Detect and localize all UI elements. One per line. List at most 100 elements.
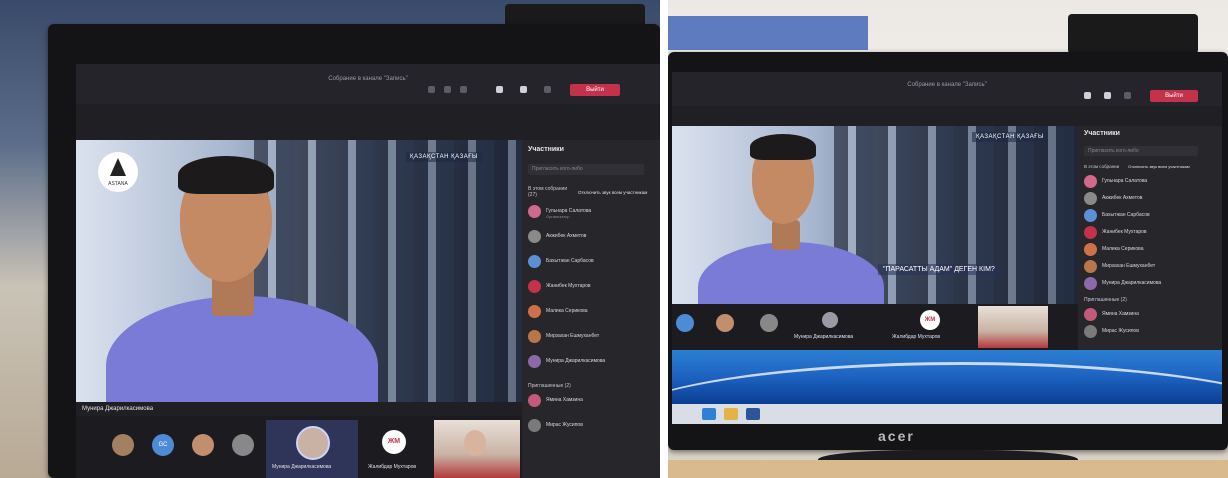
participant-row[interactable]: Акжибек Ахметов bbox=[522, 229, 660, 245]
self-view[interactable] bbox=[434, 420, 520, 478]
avatar bbox=[528, 355, 541, 368]
invited-row[interactable]: Мирас Жусипов bbox=[1078, 324, 1222, 340]
program-caption: "ПАРАСАТТЫ АДАМ" ДЕГЕН КІМ? bbox=[878, 264, 1000, 275]
group-label: В этом собрании (27) bbox=[528, 186, 568, 198]
participant-name: Ямина Хамзина bbox=[546, 397, 583, 403]
participant-row[interactable]: Мирзахан Ешмуханбет bbox=[1078, 259, 1222, 275]
participant-row[interactable]: Малика Серикова bbox=[522, 304, 660, 320]
panel-title: Участники bbox=[528, 146, 564, 153]
participant-name: Мунира Джарилкасимова bbox=[1102, 280, 1162, 286]
program-banner: ҚАЗАҚСТАН ҚАЗАҒЫ bbox=[972, 132, 1048, 142]
participant-row[interactable]: Жанибек Мухтаров bbox=[1078, 225, 1222, 241]
participant-tile[interactable]: GC bbox=[152, 434, 174, 456]
camera-icon[interactable] bbox=[1084, 92, 1091, 99]
left-photo: Собрание в канале "Запись" Выйти ASTANA … bbox=[0, 0, 660, 478]
avatar bbox=[822, 312, 838, 328]
more-icon[interactable] bbox=[428, 86, 435, 93]
participant-name: Мирас Жусипов bbox=[546, 422, 583, 428]
wall-poster bbox=[668, 16, 868, 50]
speaker-name: Мунира Джарилкасимова bbox=[82, 406, 154, 412]
avatar bbox=[528, 330, 541, 343]
avatar bbox=[1084, 243, 1097, 256]
self-face bbox=[464, 430, 486, 456]
participant-tile[interactable] bbox=[192, 434, 214, 456]
invite-search-input[interactable]: Пригласить кого-либо bbox=[528, 164, 644, 175]
avatar bbox=[528, 419, 541, 432]
window-title: Собрание в канале "Запись" bbox=[328, 76, 408, 82]
avatar bbox=[528, 394, 541, 407]
invite-search-input[interactable]: Пригласить кого-либо bbox=[1084, 146, 1198, 156]
participant-row[interactable]: Жанибек Мухтаров bbox=[522, 279, 660, 295]
participant-row[interactable]: Малика Серикова bbox=[1078, 242, 1222, 258]
leave-button[interactable]: Выйти bbox=[1150, 90, 1198, 102]
monitor-bezel: Собрание в канале "Запись" Выйти ҚАЗАҚСТ… bbox=[668, 52, 1228, 450]
participant-name: Мирас Жусипов bbox=[1102, 328, 1139, 334]
avatar bbox=[1084, 192, 1097, 205]
invited-label: Приглашенные (2) bbox=[1084, 297, 1127, 303]
webcam bbox=[1068, 14, 1198, 54]
title-bar: Собрание в канале "Запись" Выйти bbox=[672, 72, 1222, 106]
invited-label: Приглашенные (2) bbox=[528, 383, 571, 389]
participant-row[interactable]: Мирзахан Ешмуханбет bbox=[522, 329, 660, 345]
mute-all-button[interactable]: Отключить звук всем участникам bbox=[578, 190, 647, 195]
selected-tile[interactable]: Мунира Джарилкасимова bbox=[266, 420, 358, 478]
ie-icon[interactable] bbox=[702, 408, 716, 420]
invited-row[interactable]: Ямина Хамзина bbox=[1078, 307, 1222, 323]
avatar: ЖМ bbox=[920, 310, 940, 330]
mic-icon[interactable] bbox=[1104, 92, 1111, 99]
mute-all-button[interactable]: Отключить звук всем участникам bbox=[1128, 164, 1190, 169]
avatar bbox=[1084, 226, 1097, 239]
participants-panel: Участники Пригласить кого-либо В этом со… bbox=[1078, 126, 1222, 350]
mic-icon[interactable] bbox=[520, 86, 527, 93]
participant-name: Ямина Хамзина bbox=[1102, 311, 1139, 317]
word-icon[interactable] bbox=[746, 408, 760, 420]
title-bar: Собрание в канале "Запись" Выйти bbox=[76, 64, 660, 104]
program-banner: ҚАЗАҚСТАН ҚАЗАҒЫ bbox=[406, 152, 482, 162]
participant-tile[interactable] bbox=[676, 314, 694, 332]
share-icon[interactable] bbox=[544, 86, 551, 93]
video-stage: ҚАЗАҚСТАН ҚАЗАҒЫ "ПАРАСАТТЫ АДАМ" ДЕГЕН … bbox=[672, 126, 1078, 304]
avatar bbox=[528, 230, 541, 243]
avatar bbox=[528, 255, 541, 268]
participant-row[interactable]: Гульнара Салатова bbox=[1078, 174, 1222, 190]
participant-tile[interactable] bbox=[112, 434, 134, 456]
participant-row[interactable]: Гульнара Салатова Организатор bbox=[522, 204, 660, 220]
self-view[interactable] bbox=[978, 306, 1048, 348]
participant-row[interactable]: Акжибек Ахметов bbox=[1078, 191, 1222, 207]
avatar bbox=[1084, 277, 1097, 290]
avatar: ЖМ bbox=[382, 430, 406, 454]
share-icon[interactable] bbox=[1124, 92, 1131, 99]
participant-row[interactable]: Бахытжан Сарбасов bbox=[522, 254, 660, 270]
camera-icon[interactable] bbox=[496, 86, 503, 93]
participant-row[interactable]: Бахытжан Сарбасов bbox=[1078, 208, 1222, 224]
explorer-icon[interactable] bbox=[724, 408, 738, 420]
hand-icon[interactable] bbox=[444, 86, 451, 93]
avatar bbox=[1084, 308, 1097, 321]
participant-name: Мунира Джарилкасимова bbox=[546, 358, 606, 364]
right-photo: Собрание в канале "Запись" Выйти ҚАЗАҚСТ… bbox=[668, 0, 1228, 478]
tile-label: Мунира Джарилкасимова bbox=[794, 334, 854, 340]
chat-icon[interactable] bbox=[460, 86, 467, 93]
video-strip: GC Мунира Джарилкасимова ЖМ Жалибдар Мух… bbox=[76, 416, 522, 478]
leave-button[interactable]: Выйти bbox=[570, 84, 620, 96]
group-label: В этом собрании bbox=[1084, 164, 1120, 169]
video-strip: Мунира Джарилкасимова ЖМ Жалибдар Мухтар… bbox=[672, 304, 1078, 350]
avatar bbox=[1084, 175, 1097, 188]
invited-row[interactable]: Мирас Жусипов bbox=[522, 418, 660, 434]
desk bbox=[668, 460, 1228, 478]
teams-window: Собрание в канале "Запись" Выйти ASTANA … bbox=[76, 64, 660, 478]
participant-name: Мирзахан Ешмуханбет bbox=[546, 333, 600, 339]
participant-name: Жанибек Мухтаров bbox=[546, 283, 591, 289]
tile-label: Жалибдар Мухтаров bbox=[892, 334, 941, 340]
invited-row[interactable]: Ямина Хамзина bbox=[522, 393, 660, 409]
desktop-wallpaper bbox=[672, 350, 1222, 404]
participant-row[interactable]: Мунира Джарилкасимова bbox=[1078, 276, 1222, 292]
avatar bbox=[528, 205, 541, 218]
participant-tile[interactable] bbox=[760, 314, 778, 332]
participant-row[interactable]: Мунира Джарилкасимова bbox=[522, 354, 660, 370]
teams-window: Собрание в канале "Запись" Выйти ҚАЗАҚСТ… bbox=[672, 72, 1222, 424]
participant-tile[interactable] bbox=[716, 314, 734, 332]
participant-name: Малика Серикова bbox=[546, 308, 588, 314]
participant-tile[interactable] bbox=[232, 434, 254, 456]
monitor-logo: acer bbox=[878, 428, 915, 444]
